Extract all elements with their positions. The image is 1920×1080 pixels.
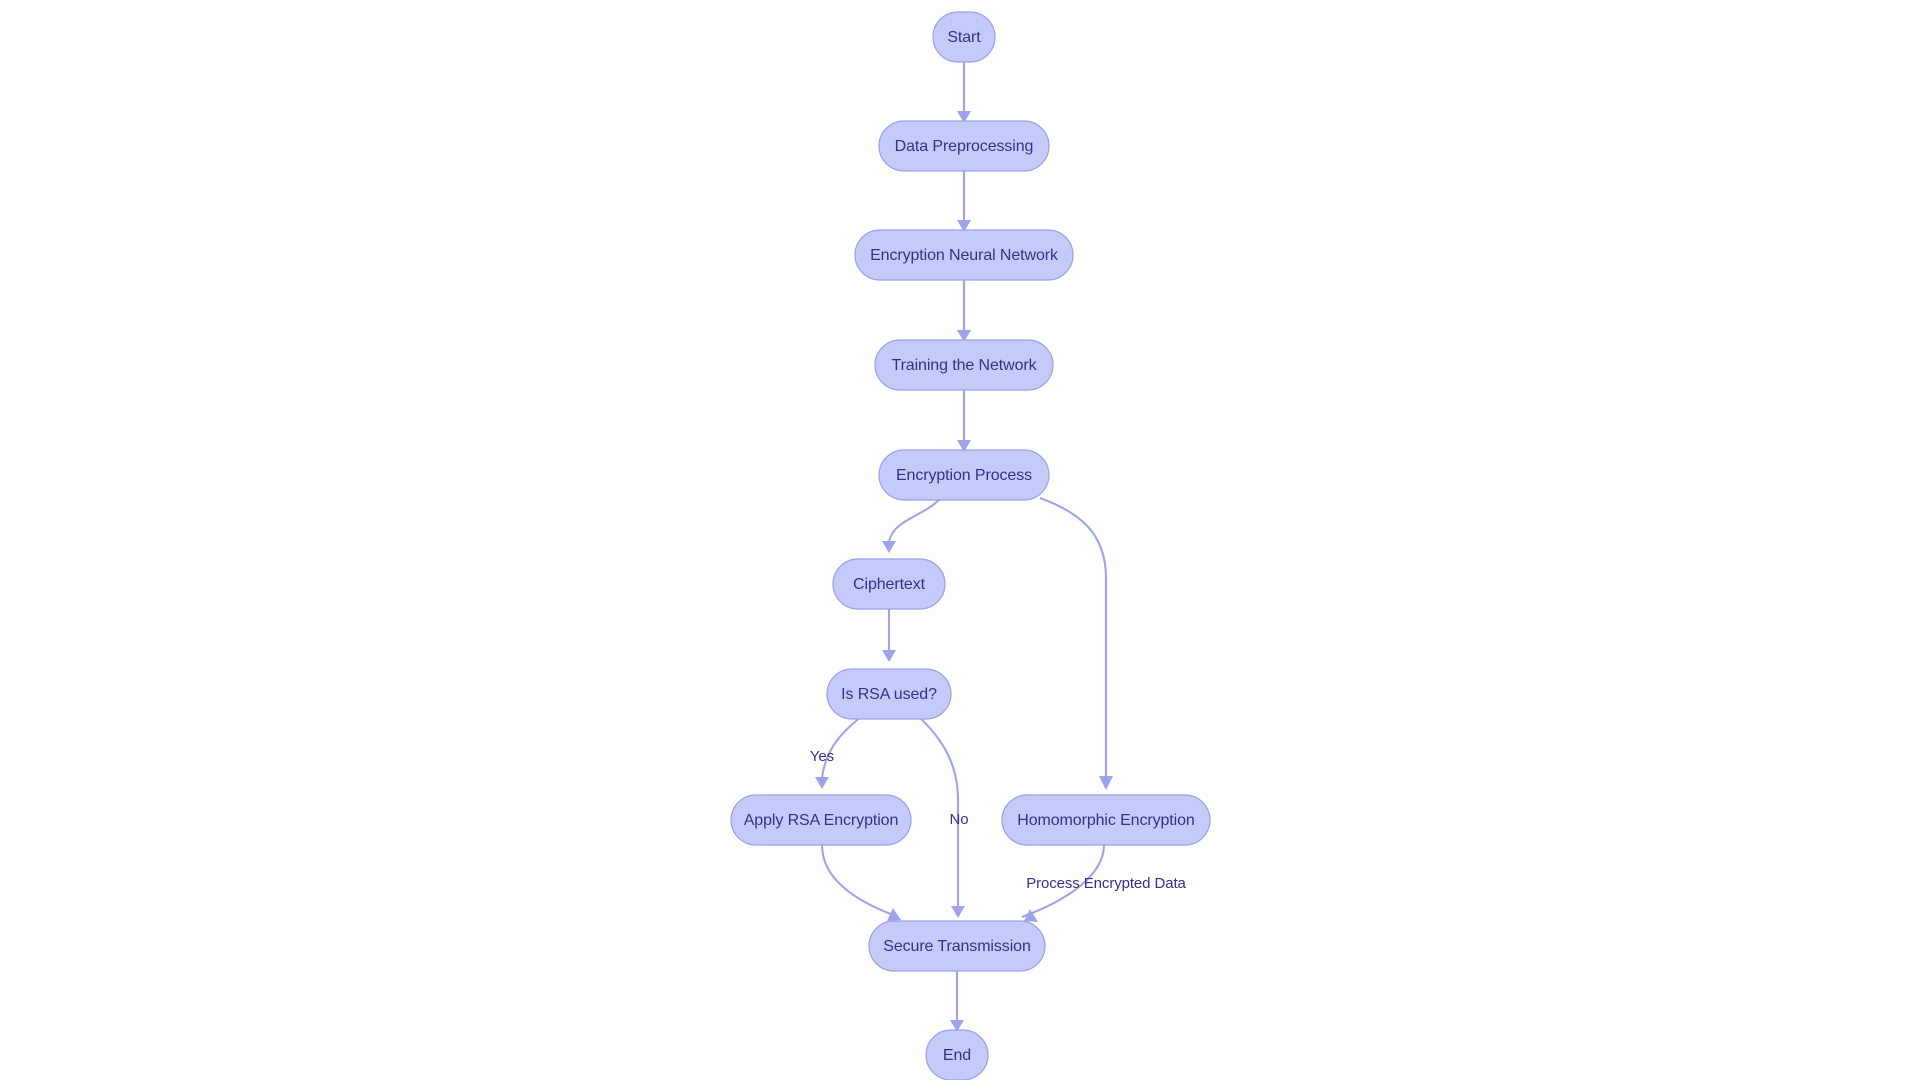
edge-preprocessing-to-enn xyxy=(957,171,971,232)
edge-label-no: No xyxy=(950,811,969,828)
edge-applyrsa-to-securetx xyxy=(820,844,901,921)
flowchart-canvas: Yes No Process Encrypted Data Start Data… xyxy=(0,0,1920,1080)
edge-securetx-to-end xyxy=(950,971,964,1032)
edge-isrsa-to-securetx-no: No xyxy=(917,715,969,918)
node-training-the-network[interactable]: Training the Network xyxy=(874,339,1054,391)
node-shape-is-rsa-used[interactable] xyxy=(826,668,952,720)
edge-start-to-preprocessing xyxy=(957,62,971,123)
node-shape-training-the-network[interactable] xyxy=(874,339,1054,391)
node-homomorphic-encryption[interactable]: Homomorphic Encryption xyxy=(1001,794,1211,846)
node-secure-transmission[interactable]: Secure Transmission xyxy=(868,920,1046,972)
edge-label-process-encrypted-data: Process Encrypted Data xyxy=(1026,875,1186,892)
edge-enn-to-training xyxy=(957,280,971,342)
node-apply-rsa-encryption[interactable]: Apply RSA Encryption xyxy=(730,794,912,846)
edge-encryption-process-to-homomorphic xyxy=(1039,497,1113,790)
node-end[interactable]: End xyxy=(925,1029,989,1080)
node-data-preprocessing[interactable]: Data Preprocessing xyxy=(878,120,1050,172)
node-encryption-process[interactable]: Encryption Process xyxy=(878,449,1050,501)
node-start[interactable]: Start xyxy=(932,11,996,63)
node-shape-ciphertext[interactable] xyxy=(832,558,946,610)
edge-training-to-encryption-process xyxy=(957,390,971,452)
edge-homomorphic-to-securetx: Process Encrypted Data xyxy=(1021,844,1187,922)
node-shape-data-preprocessing[interactable] xyxy=(878,120,1050,172)
arrowhead-icon xyxy=(815,777,829,789)
node-shape-homomorphic-encryption[interactable] xyxy=(1001,794,1211,846)
node-shape-start[interactable] xyxy=(932,11,996,63)
node-layer: Start Data Preprocessing Encryption Neur… xyxy=(730,11,1211,1080)
node-encryption-neural-network[interactable]: Encryption Neural Network xyxy=(854,229,1074,281)
node-shape-apply-rsa-encryption[interactable] xyxy=(730,794,912,846)
edge-encryption-process-to-ciphertext xyxy=(882,498,941,553)
edge-ciphertext-to-isrsa xyxy=(882,609,896,662)
arrowhead-icon xyxy=(951,906,965,918)
edge-isrsa-to-applyrsa-yes: Yes xyxy=(810,715,863,789)
flowchart-svg: Yes No Process Encrypted Data Start Data… xyxy=(730,11,1211,1080)
edge-layer: Yes No Process Encrypted Data xyxy=(810,62,1187,1032)
node-shape-end[interactable] xyxy=(925,1029,989,1080)
node-shape-encryption-process[interactable] xyxy=(878,449,1050,501)
arrowhead-icon xyxy=(1099,776,1113,790)
edge-label-yes: Yes xyxy=(810,748,834,765)
edge-path xyxy=(887,498,941,543)
node-shape-encryption-neural-network[interactable] xyxy=(854,229,1074,281)
arrowhead-icon xyxy=(887,908,901,921)
arrowhead-icon xyxy=(882,650,896,662)
node-ciphertext[interactable]: Ciphertext xyxy=(832,558,946,610)
node-shape-secure-transmission[interactable] xyxy=(868,920,1046,972)
node-is-rsa-used[interactable]: Is RSA used? xyxy=(826,668,952,720)
arrowhead-icon xyxy=(882,541,896,553)
edge-path xyxy=(1039,497,1108,778)
edge-path xyxy=(820,844,897,917)
